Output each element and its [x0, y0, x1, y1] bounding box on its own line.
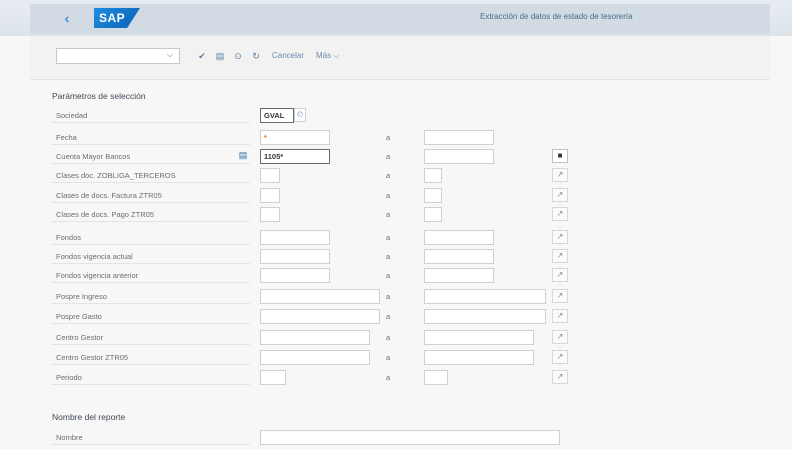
range-to-input[interactable] [424, 330, 534, 345]
multiple-selection-button[interactable]: ↗ [552, 207, 568, 221]
nombre-input[interactable] [260, 430, 560, 445]
range-from-input[interactable] [260, 207, 280, 222]
app-title: Extracción de datos de estado de tesorer… [480, 12, 633, 21]
range-to-label: a [386, 252, 391, 261]
range-to-input[interactable] [424, 168, 442, 183]
section-title-report: Nombre del reporte [52, 412, 126, 422]
shell-bar: ‹ SAP Extracción de datos de estado de t… [0, 0, 792, 36]
multiple-selection-button[interactable]: ↗ [552, 289, 568, 303]
row-label: Sociedad [52, 108, 250, 123]
range-to-label: a [386, 191, 391, 200]
multiple-selection-button[interactable]: ↗ [552, 309, 568, 323]
chevron-down-icon: ⌵ [166, 50, 173, 59]
row-label: Centro Gestor [52, 330, 250, 345]
row-label: Clases de docs. Factura ZTR05 [52, 188, 250, 203]
range-from-input[interactable] [260, 249, 330, 264]
multiple-selection-button[interactable]: ↗ [552, 370, 568, 384]
variant-select[interactable]: ⌵ [56, 48, 180, 64]
range-from-input[interactable]: * [260, 130, 330, 145]
row-label: Pospre Gasto [52, 309, 250, 324]
range-to-input[interactable] [424, 309, 546, 324]
value-help-icon[interactable]: ▤ [238, 149, 248, 161]
range-to-input[interactable] [424, 249, 494, 264]
range-from-input[interactable] [260, 230, 330, 245]
range-from-input[interactable] [260, 289, 380, 304]
row-label: Fondos [52, 230, 250, 245]
multiple-selection-button[interactable]: ↗ [552, 188, 568, 202]
multiple-selection-button[interactable]: ■ [552, 149, 568, 163]
range-from-input[interactable] [260, 330, 370, 345]
reset-icon[interactable]: ↻ [250, 49, 262, 63]
range-to-label: a [386, 292, 391, 301]
range-from-input[interactable] [260, 188, 280, 203]
range-to-label: a [386, 312, 391, 321]
range-to-input[interactable] [424, 268, 494, 283]
row-label: Periodo [52, 370, 250, 385]
range-to-input[interactable] [424, 370, 448, 385]
range-to-input[interactable] [424, 230, 494, 245]
range-to-label: a [386, 271, 391, 280]
range-to-label: a [386, 210, 391, 219]
cancel-button[interactable]: Cancelar [272, 51, 304, 60]
range-to-label: a [386, 333, 391, 342]
back-button[interactable]: ‹ [56, 8, 78, 28]
range-from-input[interactable] [260, 168, 280, 183]
multiple-selection-button[interactable]: ↗ [552, 330, 568, 344]
range-to-input[interactable] [424, 149, 494, 164]
row-label: Fecha [52, 130, 250, 145]
range-from-input[interactable] [260, 370, 286, 385]
row-label: Pospre Ingreso [52, 289, 250, 304]
row-label-nombre: Nombre [52, 430, 250, 445]
range-to-input[interactable] [424, 289, 546, 304]
range-to-input[interactable] [424, 207, 442, 222]
range-to-label: a [386, 233, 391, 242]
range-to-input[interactable] [424, 188, 442, 203]
save-variant-icon[interactable]: ▤ [214, 49, 226, 63]
range-to-label: a [386, 353, 391, 362]
multiple-selection-button[interactable]: ↗ [552, 230, 568, 244]
more-button[interactable]: Más ⌵ [316, 51, 339, 61]
shell-bar-background [30, 4, 770, 34]
range-from-input[interactable]: 1105* [260, 149, 330, 164]
range-to-label: a [386, 373, 391, 382]
range-from-input[interactable] [260, 268, 330, 283]
multiple-selection-button[interactable]: ↗ [552, 350, 568, 364]
row-label: Clases de docs. Pago ZTR05 [52, 207, 250, 222]
row-label: Clases doc. ZOBLIGA_TERCEROS [52, 168, 250, 183]
range-from-input[interactable] [260, 350, 370, 365]
section-title-selection: Parámetros de selección [52, 91, 146, 101]
row-label: Fondos vigencia anterior [52, 268, 250, 283]
company-value-help-button[interactable]: ◴ [294, 108, 306, 122]
chevron-down-icon: ⌵ [333, 51, 340, 60]
multiple-selection-button[interactable]: ↗ [552, 168, 568, 182]
row-label: Fondos vigencia actual [52, 249, 250, 264]
row-label: Centro Gestor ZTR05 [52, 350, 250, 365]
row-label: Cuenta Mayor Bancos [52, 149, 250, 164]
checkmark-icon[interactable]: ✔ [196, 49, 208, 63]
range-from-input[interactable]: GVAL [260, 108, 294, 123]
range-to-input[interactable] [424, 350, 534, 365]
range-to-label: a [386, 171, 391, 180]
chevron-left-icon: ‹ [64, 10, 70, 26]
range-to-label: a [386, 133, 391, 142]
range-to-input[interactable] [424, 130, 494, 145]
multiple-selection-button[interactable]: ↗ [552, 268, 568, 282]
range-from-input[interactable] [260, 309, 380, 324]
get-variant-icon[interactable]: ⊙ [232, 49, 244, 63]
range-to-label: a [386, 152, 391, 161]
multiple-selection-button[interactable]: ↗ [552, 249, 568, 263]
more-label: Más [316, 51, 332, 60]
